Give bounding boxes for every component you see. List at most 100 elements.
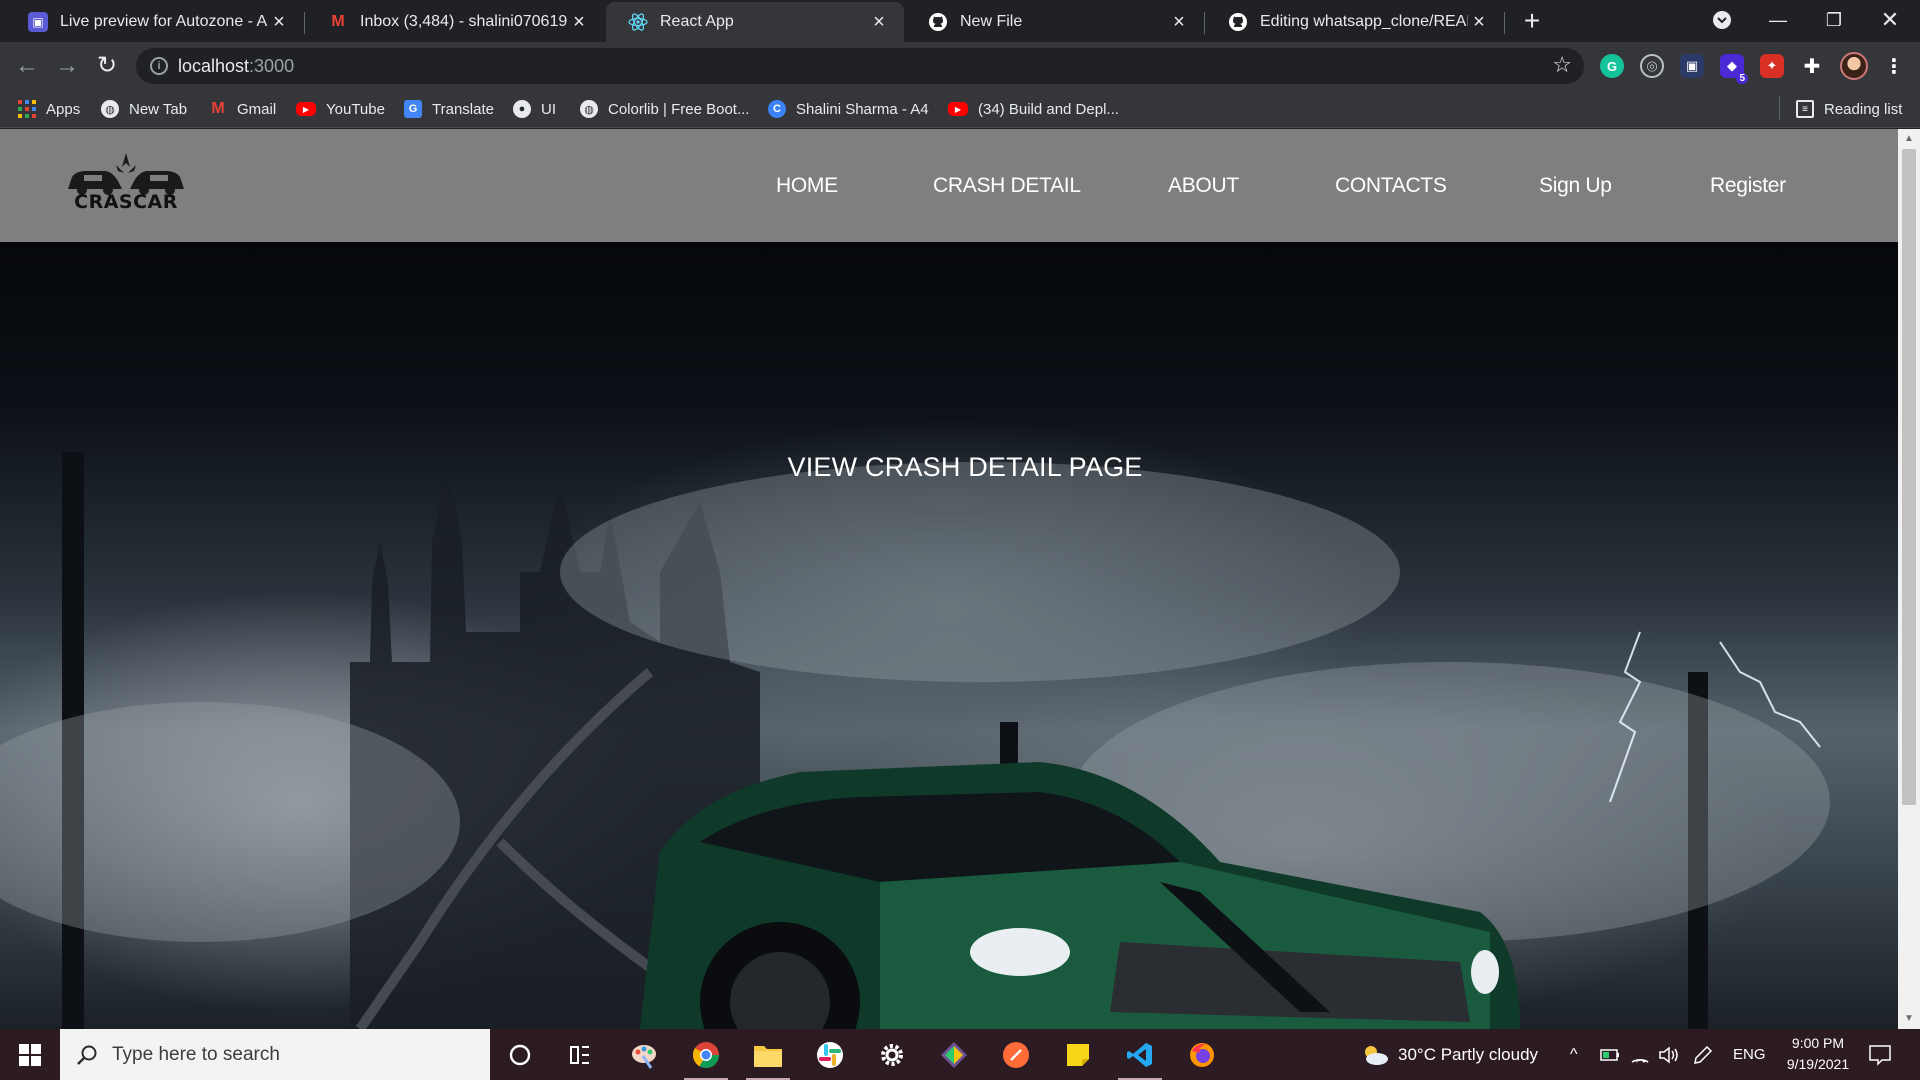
weather-widget[interactable]: 30°C Partly cloudy bbox=[1360, 1029, 1538, 1080]
chrome-taskbar-icon[interactable] bbox=[680, 1035, 732, 1080]
tab-title: Editing whatsapp_clone/README.md bbox=[1260, 13, 1468, 30]
firefox-icon[interactable] bbox=[1176, 1035, 1228, 1075]
slack-icon[interactable] bbox=[804, 1035, 856, 1075]
github-icon: ● bbox=[513, 100, 531, 118]
battery-icon[interactable] bbox=[1600, 1029, 1620, 1080]
back-icon[interactable]: ← bbox=[11, 50, 43, 82]
close-window-icon[interactable]: ✕ bbox=[1862, 0, 1918, 40]
nav-home[interactable]: HOME bbox=[776, 174, 838, 198]
tab-autozone-preview[interactable]: ▣ Live preview for Autozone - Autozone × bbox=[6, 2, 305, 42]
settings-gear-icon[interactable] bbox=[866, 1035, 918, 1075]
red-extension-icon[interactable]: ✦ bbox=[1760, 54, 1784, 78]
file-explorer-icon[interactable] bbox=[742, 1035, 794, 1080]
taskbar-clock[interactable]: 9:00 PM 9/19/2021 bbox=[1768, 1033, 1868, 1075]
forward-icon[interactable]: → bbox=[51, 50, 83, 82]
tab-title: Inbox (3,484) - shalini07061997@gmail.co… bbox=[360, 13, 568, 30]
windows-start-icon[interactable] bbox=[0, 1029, 60, 1080]
bookmark-label: Gmail bbox=[237, 100, 277, 118]
nav-crash-detail[interactable]: CRASH DETAIL bbox=[933, 174, 1081, 198]
address-bar[interactable]: i localhost:3000 ☆ bbox=[136, 48, 1584, 84]
badge-extension-icon[interactable]: ◆ 5 bbox=[1720, 54, 1748, 84]
minimize-window-icon[interactable]: — bbox=[1750, 0, 1806, 40]
bookmark-label: New Tab bbox=[129, 100, 188, 118]
bookmark-colorlib[interactable]: ◍ Colorlib | Free Boot... bbox=[580, 98, 749, 120]
git-kraken-icon[interactable] bbox=[928, 1035, 980, 1075]
canva-icon: C bbox=[768, 100, 786, 118]
address-bar-url[interactable]: localhost:3000 bbox=[178, 56, 294, 77]
site-info-icon[interactable]: i bbox=[150, 57, 168, 75]
puzzle-extensions-icon[interactable]: ✚ bbox=[1800, 54, 1824, 78]
clock-time: 9:00 PM bbox=[1791, 1035, 1845, 1051]
windows-taskbar: Type here to search 30°C Partly cloudy ^ bbox=[0, 1029, 1920, 1080]
crashed-cars-logo-icon bbox=[68, 153, 184, 195]
cortana-icon[interactable] bbox=[494, 1035, 546, 1075]
reload-icon[interactable]: ↻ bbox=[91, 50, 123, 82]
apps-grid-icon bbox=[18, 100, 36, 118]
show-hidden-icons[interactable]: ^ bbox=[1570, 1029, 1578, 1080]
nav-contacts[interactable]: CONTACTS bbox=[1335, 174, 1447, 198]
scroll-down-icon[interactable]: ▼ bbox=[1904, 1014, 1914, 1024]
bookmark-star-icon[interactable]: ☆ bbox=[1552, 52, 1572, 78]
page-scrollbar[interactable]: ▲ ▼ bbox=[1898, 129, 1920, 1029]
close-tab-icon[interactable]: × bbox=[568, 11, 590, 34]
hero-background-image bbox=[0, 452, 1830, 1029]
grammarly-icon[interactable]: G bbox=[1600, 54, 1624, 78]
sticky-notes-icon[interactable] bbox=[1052, 1035, 1104, 1075]
partly-cloudy-icon bbox=[1365, 1045, 1388, 1065]
bookmarks-bar: Apps ◍ New Tab M Gmail ▶ YouTube G Trans… bbox=[0, 90, 1920, 128]
tab-gmail-inbox[interactable]: M Inbox (3,484) - shalini07061997@gmail.… bbox=[306, 2, 604, 42]
tab-new-file[interactable]: New File × bbox=[906, 2, 1205, 42]
camera-extension-icon[interactable]: ▣ bbox=[1680, 54, 1704, 78]
bookmark-ui[interactable]: ● UI bbox=[513, 98, 556, 120]
youtube-icon: ▶ bbox=[296, 102, 316, 116]
close-tab-icon[interactable]: × bbox=[868, 11, 890, 34]
close-tab-icon[interactable]: × bbox=[268, 11, 290, 34]
volume-icon[interactable] bbox=[1658, 1029, 1680, 1080]
scrollbar-thumb[interactable] bbox=[1902, 149, 1916, 805]
tab-search-button[interactable] bbox=[1694, 0, 1750, 40]
postman-icon[interactable] bbox=[990, 1035, 1042, 1075]
tab-react-app[interactable]: React App × bbox=[606, 2, 904, 42]
taskbar-search-box[interactable]: Type here to search bbox=[60, 1029, 490, 1080]
nav-register[interactable]: Register bbox=[1710, 174, 1786, 198]
reading-list-button[interactable]: ≡ Reading list bbox=[1796, 98, 1902, 120]
bookmark-new-tab[interactable]: ◍ New Tab bbox=[101, 98, 187, 120]
new-tab-button[interactable]: + bbox=[1518, 4, 1546, 38]
paint-app-icon[interactable] bbox=[618, 1035, 670, 1075]
bookmark-gmail[interactable]: M Gmail bbox=[209, 98, 276, 120]
bookmark-translate[interactable]: G Translate bbox=[404, 98, 494, 120]
vscode-icon[interactable] bbox=[1114, 1035, 1166, 1080]
brand-name: CRASCAR bbox=[74, 191, 178, 213]
tab-editing-readme[interactable]: Editing whatsapp_clone/README.md × bbox=[1206, 2, 1505, 42]
site-navbar: CRASCAR HOME CRASH DETAIL ABOUT CONTACTS… bbox=[0, 129, 1898, 242]
input-language[interactable]: ENG bbox=[1733, 1029, 1766, 1080]
pen-ink-icon[interactable] bbox=[1692, 1029, 1714, 1080]
bookmark-youtube[interactable]: ▶ YouTube bbox=[296, 98, 385, 120]
restore-window-icon[interactable]: ❐ bbox=[1806, 0, 1862, 40]
scroll-up-icon[interactable]: ▲ bbox=[1904, 134, 1914, 144]
notifications-icon[interactable] bbox=[1868, 1029, 1892, 1080]
target-extension-icon[interactable]: ◎ bbox=[1640, 54, 1664, 78]
bookmark-label: Translate bbox=[432, 100, 494, 118]
github-icon bbox=[1228, 12, 1248, 32]
profile-avatar[interactable] bbox=[1840, 52, 1868, 80]
bookmark-shalini-sharma[interactable]: C Shalini Sharma - A4 bbox=[768, 98, 929, 120]
browser-toolbar: ← → ↻ i localhost:3000 ☆ G ◎ ▣ ◆ 5 ✦ ✚ ⋮ bbox=[0, 42, 1920, 90]
close-tab-icon[interactable]: × bbox=[1168, 11, 1190, 34]
bookmark-build-and-deploy[interactable]: ▶ (34) Build and Depl... bbox=[948, 98, 1119, 120]
task-view-icon[interactable] bbox=[554, 1035, 606, 1075]
youtube-icon: ▶ bbox=[948, 102, 968, 116]
hero-title[interactable]: VIEW CRASH DETAIL PAGE bbox=[0, 452, 1898, 483]
bookmark-apps[interactable]: Apps bbox=[18, 98, 80, 120]
bookmark-label: Shalini Sharma - A4 bbox=[796, 100, 929, 118]
close-tab-icon[interactable]: × bbox=[1468, 11, 1490, 34]
crascar-logo[interactable]: CRASCAR bbox=[64, 151, 188, 221]
weather-text: 30°C Partly cloudy bbox=[1398, 1044, 1539, 1064]
nav-about[interactable]: ABOUT bbox=[1168, 174, 1239, 198]
taskbar-search-placeholder: Type here to search bbox=[112, 1043, 280, 1065]
wifi-icon[interactable] bbox=[1630, 1029, 1650, 1080]
nav-sign-up[interactable]: Sign Up bbox=[1539, 174, 1612, 198]
bookmark-label: YouTube bbox=[326, 100, 385, 118]
more-menu-icon[interactable]: ⋮ bbox=[1882, 54, 1906, 78]
clock-date: 9/19/2021 bbox=[1786, 1056, 1850, 1072]
